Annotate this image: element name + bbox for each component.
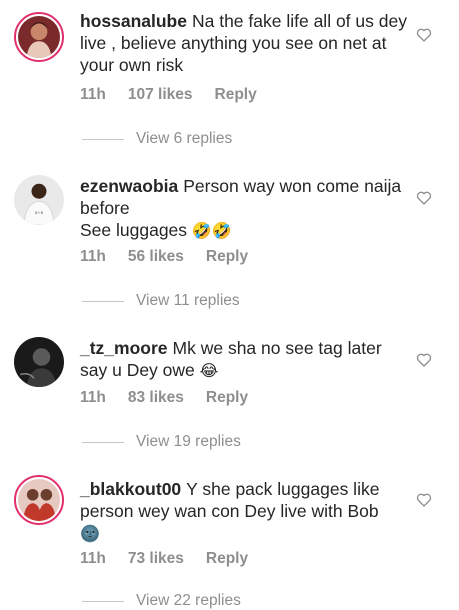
avatar-image: S·I·S (14, 175, 64, 225)
reply-button[interactable]: Reply (206, 248, 248, 265)
comment-meta: 11h 56 likes Reply (80, 248, 270, 266)
new-moon-face-emoji-icon: 🌚 (80, 524, 100, 543)
replies-divider (82, 441, 124, 443)
replies-divider (82, 138, 124, 140)
heart-icon[interactable] (416, 190, 432, 206)
svg-text:S·I·S: S·I·S (35, 211, 44, 215)
replies-divider (82, 600, 124, 602)
avatar-image (18, 16, 60, 58)
comment-time: 11h (80, 389, 106, 406)
heart-icon[interactable] (416, 27, 432, 43)
avatar-image (14, 337, 64, 387)
laughing-emoji-icon: 🤣🤣 (191, 221, 232, 240)
avatar[interactable] (14, 12, 64, 62)
avatar[interactable] (14, 475, 64, 525)
comment-username[interactable]: ezenwaobia (80, 176, 178, 196)
view-replies-label: View 22 replies (136, 592, 241, 609)
comment-time: 11h (80, 248, 106, 265)
comment-likes[interactable]: 73 likes (128, 550, 184, 567)
reply-button[interactable]: Reply (206, 550, 248, 567)
comment-likes[interactable]: 56 likes (128, 248, 184, 265)
comment-username[interactable]: hossanalube (80, 11, 187, 31)
view-replies-button[interactable]: View 19 replies (82, 433, 241, 451)
comment-body: _blakkout00 Y she pack luggages like pers… (80, 478, 410, 545)
comment-meta: 11h 83 likes Reply (80, 389, 270, 407)
avatar[interactable]: S·I·S (14, 175, 64, 225)
heart-icon[interactable] (416, 492, 432, 508)
view-replies-button[interactable]: View 22 replies (82, 592, 241, 610)
replies-divider (82, 300, 124, 302)
comment-username[interactable]: _blakkout00 (80, 479, 181, 499)
heart-icon[interactable] (416, 352, 432, 368)
view-replies-label: View 19 replies (136, 433, 241, 450)
view-replies-label: View 11 replies (136, 292, 240, 309)
view-replies-button[interactable]: View 6 replies (82, 130, 232, 148)
avatar[interactable] (14, 337, 64, 387)
comment-body: _tz_moore Mk we sha no see tag later say … (80, 337, 410, 382)
comment-meta: 11h 107 likes Reply (80, 86, 279, 104)
comment-body: hossanalube Na the fake life all of us de… (80, 10, 410, 76)
comment-text-line2: See luggages (80, 220, 188, 240)
reply-button[interactable]: Reply (215, 86, 257, 103)
comment-username[interactable]: _tz_moore (80, 338, 168, 358)
view-replies-label: View 6 replies (136, 130, 233, 147)
comment-likes[interactable]: 107 likes (128, 86, 193, 103)
tears-of-joy-emoji-icon: 😂 (199, 361, 219, 380)
comment-time: 11h (80, 550, 106, 567)
comment-likes[interactable]: 83 likes (128, 389, 184, 406)
view-replies-button[interactable]: View 11 replies (82, 292, 240, 310)
comment-meta: 11h 73 likes Reply (80, 550, 270, 568)
avatar-image (18, 479, 60, 521)
comment-body: ezenwaobia Person way won come naija befo… (80, 175, 410, 242)
comment-time: 11h (80, 86, 106, 103)
reply-button[interactable]: Reply (206, 389, 248, 406)
